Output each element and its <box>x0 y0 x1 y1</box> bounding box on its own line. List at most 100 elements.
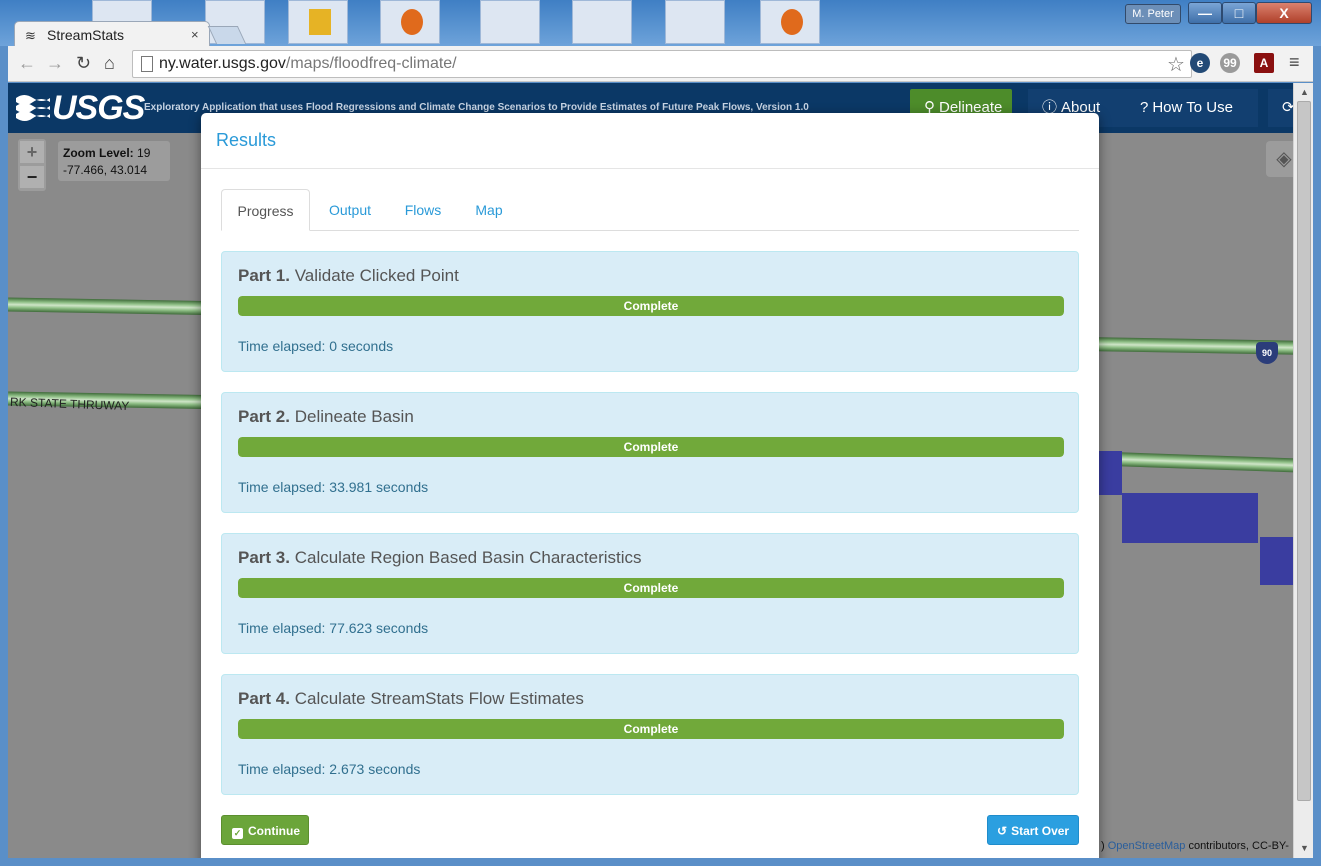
taskbar-thumbnail[interactable] <box>665 0 725 44</box>
forward-icon[interactable]: → <box>46 53 64 74</box>
browser-tab[interactable]: ≋ StreamStats × <box>14 21 210 47</box>
bookmark-star-icon[interactable]: ☆ <box>1167 52 1185 77</box>
extension-quote-icon[interactable]: 99 <box>1220 53 1240 73</box>
undo-icon: ↺ <box>997 824 1008 838</box>
tab-output[interactable]: Output <box>317 189 383 231</box>
usgs-logo-text: USGS <box>52 89 145 127</box>
user-badge: M. Peter <box>1125 4 1181 24</box>
minimize-button[interactable]: — <box>1188 2 1222 24</box>
road-label: RK STATE THRUWAY <box>9 394 130 414</box>
tab-progress[interactable]: Progress <box>221 189 310 231</box>
vertical-scrollbar[interactable]: ▲ ▼ <box>1293 83 1313 858</box>
app-page: USGS Exploratory Application that uses F… <box>8 83 1313 858</box>
taskbar-thumbnail[interactable] <box>380 0 440 44</box>
address-bar[interactable]: ny.water.usgs.gov/maps/floodfreq-climate… <box>132 50 1192 78</box>
progress-bar-fill: Complete <box>238 719 1064 739</box>
progress-panel-part-3: Part 3. Calculate Region Based Basin Cha… <box>221 533 1079 654</box>
basin-polygon <box>1122 493 1258 543</box>
results-tabs: Progress Output Flows Map <box>221 189 1079 231</box>
results-modal: Results Progress Output Flows Map Part 1… <box>201 113 1099 858</box>
progress-bar-fill: Complete <box>238 437 1064 457</box>
basin-polygon <box>1260 537 1294 585</box>
progress-panel-part-1: Part 1. Validate Clicked Point Complete … <box>221 251 1079 372</box>
road <box>1097 451 1299 473</box>
part-title: Part 4. Calculate StreamStats Flow Estim… <box>238 689 584 709</box>
url-path: /maps/floodfreq-climate/ <box>285 55 457 72</box>
progress-panel-part-2: Part 2. Delineate Basin Complete Time el… <box>221 392 1079 513</box>
part-number: Part 3. <box>238 548 290 567</box>
how-to-use-button[interactable]: ? How To Use <box>1126 89 1258 127</box>
progress-bar: Complete <box>238 437 1064 457</box>
pdf-extension-icon[interactable]: A <box>1254 53 1274 73</box>
layers-icon: ◈ <box>1276 148 1292 170</box>
part-title: Part 2. Delineate Basin <box>238 407 414 427</box>
taskbar-thumbnail[interactable] <box>288 0 348 44</box>
close-window-button[interactable]: X <box>1256 2 1312 24</box>
zoom-control: + − <box>18 139 46 191</box>
usgs-logo[interactable]: USGS <box>16 89 145 127</box>
taskbar-thumbnail[interactable] <box>760 0 820 44</box>
check-square-icon: ✓ <box>232 828 243 839</box>
part-name: Delineate Basin <box>294 407 414 426</box>
modal-title: Results <box>216 130 277 150</box>
question-icon: ? <box>1140 99 1149 116</box>
browser-toolbar: ← → ↻ ⌂ ny.water.usgs.gov/maps/floodfreq… <box>8 46 1313 82</box>
map-attribution: ) OpenStreetMap contributors, CC-BY- <box>1101 840 1289 852</box>
page-icon <box>141 56 153 72</box>
taskbar-thumbnail[interactable] <box>480 0 540 44</box>
tab-title: StreamStats <box>47 27 125 43</box>
zoom-level-label: Zoom Level: <box>63 146 134 160</box>
part-number: Part 1. <box>238 266 290 285</box>
scroll-down-icon[interactable]: ▼ <box>1300 843 1309 853</box>
progress-bar: Complete <box>238 296 1064 316</box>
attribution-prefix: ) <box>1101 840 1105 852</box>
tab-map[interactable]: Map <box>463 189 515 231</box>
zoom-in-button[interactable]: + <box>20 141 44 163</box>
part-name: Calculate Region Based Basin Characteris… <box>294 548 642 567</box>
firefox-icon <box>781 9 803 35</box>
part-title: Part 3. Calculate Region Based Basin Cha… <box>238 548 642 568</box>
progress-panel-part-4: Part 4. Calculate StreamStats Flow Estim… <box>221 674 1079 795</box>
home-icon[interactable]: ⌂ <box>104 53 115 74</box>
continue-label: Continue <box>248 824 300 838</box>
zoom-level-value: 19 <box>137 146 151 160</box>
attribution-text: contributors, CC-BY- <box>1185 840 1289 852</box>
how-to-use-label: How To Use <box>1152 99 1233 116</box>
part-number: Part 2. <box>238 407 290 426</box>
map-coordinates: -77.466, 43.014 <box>63 163 148 177</box>
time-elapsed: Time elapsed: 33.981 seconds <box>238 479 429 495</box>
zoom-out-button[interactable]: − <box>20 166 44 188</box>
continue-button[interactable]: ✓ Continue <box>221 815 309 845</box>
modal-header: Results <box>201 113 1099 169</box>
start-over-button[interactable]: ↺ Start Over <box>987 815 1079 845</box>
streamstats-favicon-icon: ≋ <box>25 28 36 43</box>
tab-flows[interactable]: Flows <box>393 189 453 231</box>
browser-menu-icon[interactable]: ≡ <box>1289 52 1300 73</box>
part-number: Part 4. <box>238 689 290 708</box>
progress-bar-fill: Complete <box>238 578 1064 598</box>
part-name: Calculate StreamStats Flow Estimates <box>294 689 584 708</box>
back-icon[interactable]: ← <box>18 53 36 74</box>
tab-close-icon[interactable]: × <box>191 27 199 42</box>
time-elapsed: Time elapsed: 0 seconds <box>238 338 394 354</box>
interstate-shield: 90 <box>1256 342 1278 364</box>
scroll-up-icon[interactable]: ▲ <box>1300 87 1309 97</box>
maximize-button[interactable]: □ <box>1222 2 1256 24</box>
basin-polygon <box>1098 451 1122 495</box>
reload-icon[interactable]: ↻ <box>76 53 91 74</box>
progress-bar-fill: Complete <box>238 296 1064 316</box>
extension-e-icon[interactable]: e <box>1190 53 1210 73</box>
progress-bar: Complete <box>238 578 1064 598</box>
zoom-info-panel: Zoom Level: 19 -77.466, 43.014 <box>58 141 170 181</box>
usgs-waves-icon <box>16 95 50 121</box>
progress-bar: Complete <box>238 719 1064 739</box>
app-icon <box>309 9 331 35</box>
scrollbar-thumb[interactable] <box>1297 101 1311 801</box>
taskbar-thumbnail[interactable] <box>572 0 632 44</box>
time-elapsed: Time elapsed: 77.623 seconds <box>238 620 429 636</box>
start-over-label: Start Over <box>1011 824 1070 838</box>
time-elapsed: Time elapsed: 2.673 seconds <box>238 761 421 777</box>
openstreetmap-link[interactable]: OpenStreetMap <box>1108 840 1186 852</box>
part-name: Validate Clicked Point <box>294 266 459 285</box>
url-text[interactable]: ny.water.usgs.gov/maps/floodfreq-climate… <box>159 55 457 73</box>
